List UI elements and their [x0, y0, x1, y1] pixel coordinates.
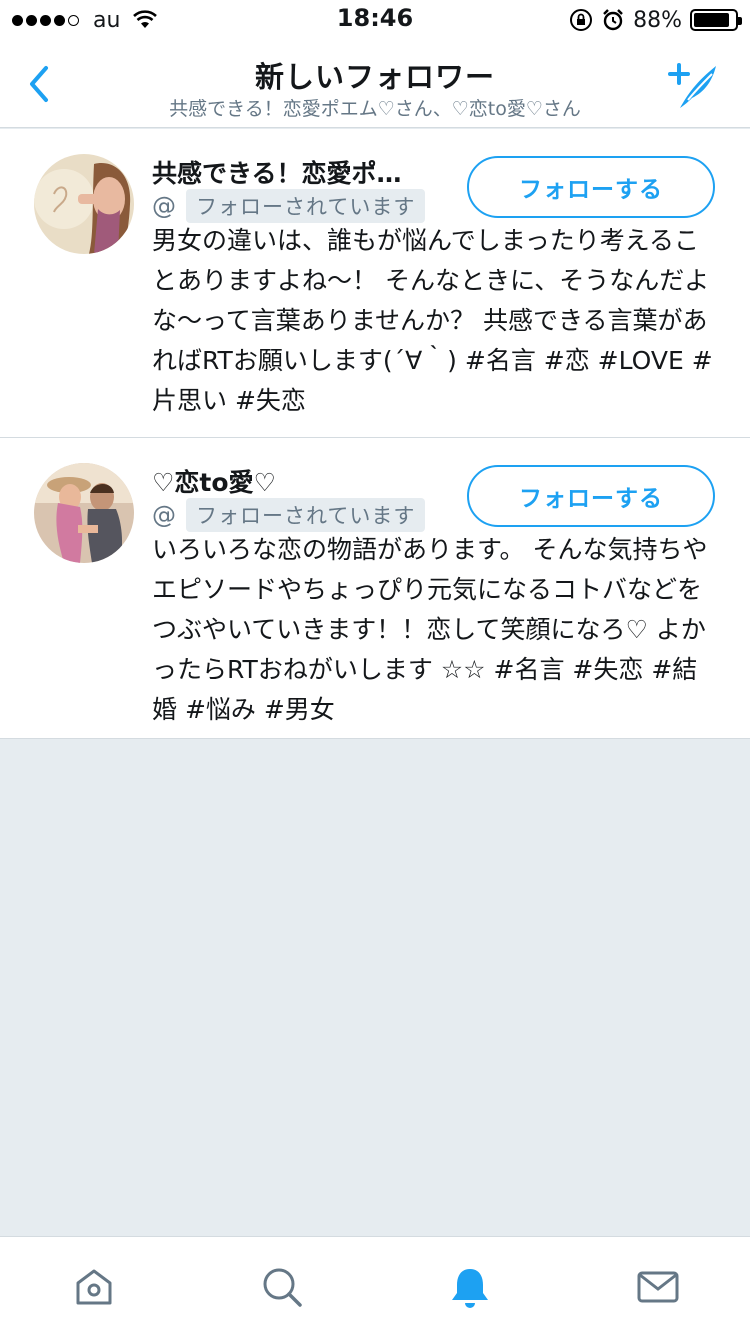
nav-header: 新しいフォロワー 共感できる！恋愛ポエム♡さん、♡恋to愛♡さん — [0, 40, 750, 128]
status-bar: au 18:46 88% — [0, 0, 750, 40]
handle-prefix: @ — [152, 192, 176, 220]
follows-you-badge: フォローされています — [186, 189, 426, 223]
search-icon[interactable] — [258, 1263, 306, 1311]
messages-envelope-icon[interactable] — [634, 1263, 682, 1311]
handle-row: @ フォローされています — [152, 189, 426, 223]
avatar[interactable] — [34, 463, 134, 563]
alarm-icon — [603, 9, 623, 31]
notifications-bell-icon[interactable] — [446, 1263, 494, 1311]
follow-button[interactable]: フォローする — [467, 465, 715, 527]
handle-prefix: @ — [152, 501, 176, 529]
list-item[interactable]: 共感できる！恋愛ポ… @ フォローされています フォローする 男女の違いは、誰も… — [0, 129, 750, 438]
battery-icon — [690, 9, 742, 31]
battery-percent: 88% — [633, 7, 682, 33]
follower-bio: いろいろな恋の物語があります。 そんな気持ちやエピソードやちょっぴり元気になるコ… — [152, 535, 708, 724]
follows-you-badge: フォローされています — [186, 498, 426, 532]
home-icon[interactable] — [70, 1263, 118, 1311]
avatar[interactable] — [34, 154, 134, 254]
handle-row: @ フォローされています — [152, 498, 426, 532]
follower-list: 共感できる！恋愛ポ… @ フォローされています フォローする 男女の違いは、誰も… — [0, 129, 750, 739]
follower-name[interactable]: ♡恋to愛♡ — [152, 463, 442, 499]
orientation-lock-icon — [570, 9, 593, 31]
follower-bio: 男女の違いは、誰もが悩んでしまったり考えることありますよね〜！ そんなときに、そ… — [152, 226, 713, 415]
page-subtitle: 共感できる！恋愛ポエム♡さん、♡恋to愛♡さん — [169, 98, 581, 120]
follower-name[interactable]: 共感できる！恋愛ポ… — [152, 154, 442, 190]
page-title: 新しいフォロワー — [254, 60, 495, 94]
tab-bar — [0, 1236, 750, 1334]
list-item[interactable]: ♡恋to愛♡ @ フォローされています フォローする いろいろな恋の物語がありま… — [0, 438, 750, 739]
compose-tweet-icon[interactable] — [666, 60, 722, 112]
follow-button[interactable]: フォローする — [467, 156, 715, 218]
